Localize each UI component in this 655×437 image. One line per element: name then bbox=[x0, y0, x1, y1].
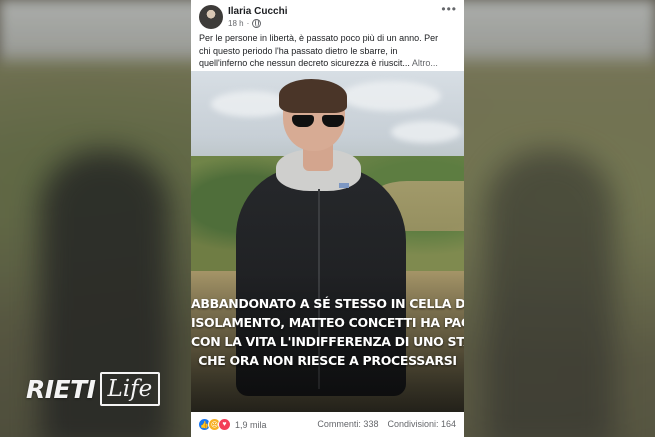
facebook-post-card: Ilaria Cucchi 18 h · ••• Per le persone … bbox=[191, 0, 464, 437]
caption-line: ABBANDONATO A SÉ STESSO IN CELLA DI bbox=[191, 296, 464, 311]
post-author[interactable]: Ilaria Cucchi bbox=[228, 6, 287, 17]
post-text: Per le persone in libertà, è passato poc… bbox=[199, 32, 461, 70]
post-footer: 👍 ☹ ♥ 1,9 mila Commenti: 338 Condivision… bbox=[191, 412, 464, 437]
comments-count[interactable]: Commenti: 338 bbox=[317, 419, 378, 429]
reaction-count: 1,9 mila bbox=[235, 419, 267, 430]
post-text-line: Per le persone in libertà, è passato poc… bbox=[199, 33, 439, 43]
rieti-life-watermark: RIETI Life bbox=[26, 372, 161, 406]
post-header: Ilaria Cucchi 18 h · ••• bbox=[191, 0, 464, 32]
sunglasses bbox=[292, 115, 346, 127]
more-options-icon[interactable]: ••• bbox=[441, 2, 457, 16]
post-text-line: quell'inferno che nessun decreto sicurez… bbox=[199, 58, 438, 68]
post-meta: 18 h · bbox=[228, 19, 262, 28]
globe-icon bbox=[252, 19, 262, 28]
reactions-summary[interactable]: 👍 ☹ ♥ 1,9 mila bbox=[198, 418, 267, 431]
post-text-line: chi questo periodo l'ha passato dietro l… bbox=[199, 45, 398, 56]
caption-line: CON LA VITA L'INDIFFERENZA DI UNO STATO bbox=[191, 334, 464, 349]
post-stats: Commenti: 338 Condivisioni: 164 bbox=[317, 419, 456, 429]
love-icon: ♥ bbox=[218, 418, 231, 431]
caption-line: ISOLAMENTO, MATTEO CONCETTI HA PAGATO bbox=[191, 315, 464, 330]
shares-count[interactable]: Condivisioni: 164 bbox=[387, 419, 456, 429]
avatar[interactable] bbox=[199, 5, 223, 29]
post-photo[interactable]: ABBANDONATO A SÉ STESSO IN CELLA DI ISOL… bbox=[191, 71, 464, 412]
post-time[interactable]: 18 h bbox=[228, 19, 244, 28]
watermark-brand: RIETI bbox=[26, 374, 96, 404]
watermark-brand-sub: Life bbox=[99, 372, 161, 406]
see-more-link[interactable]: Altro... bbox=[412, 58, 438, 68]
photo-caption: ABBANDONATO A SÉ STESSO IN CELLA DI ISOL… bbox=[191, 294, 464, 370]
caption-line: CHE ORA NON RIESCE A PROCESSARSI bbox=[198, 353, 457, 368]
